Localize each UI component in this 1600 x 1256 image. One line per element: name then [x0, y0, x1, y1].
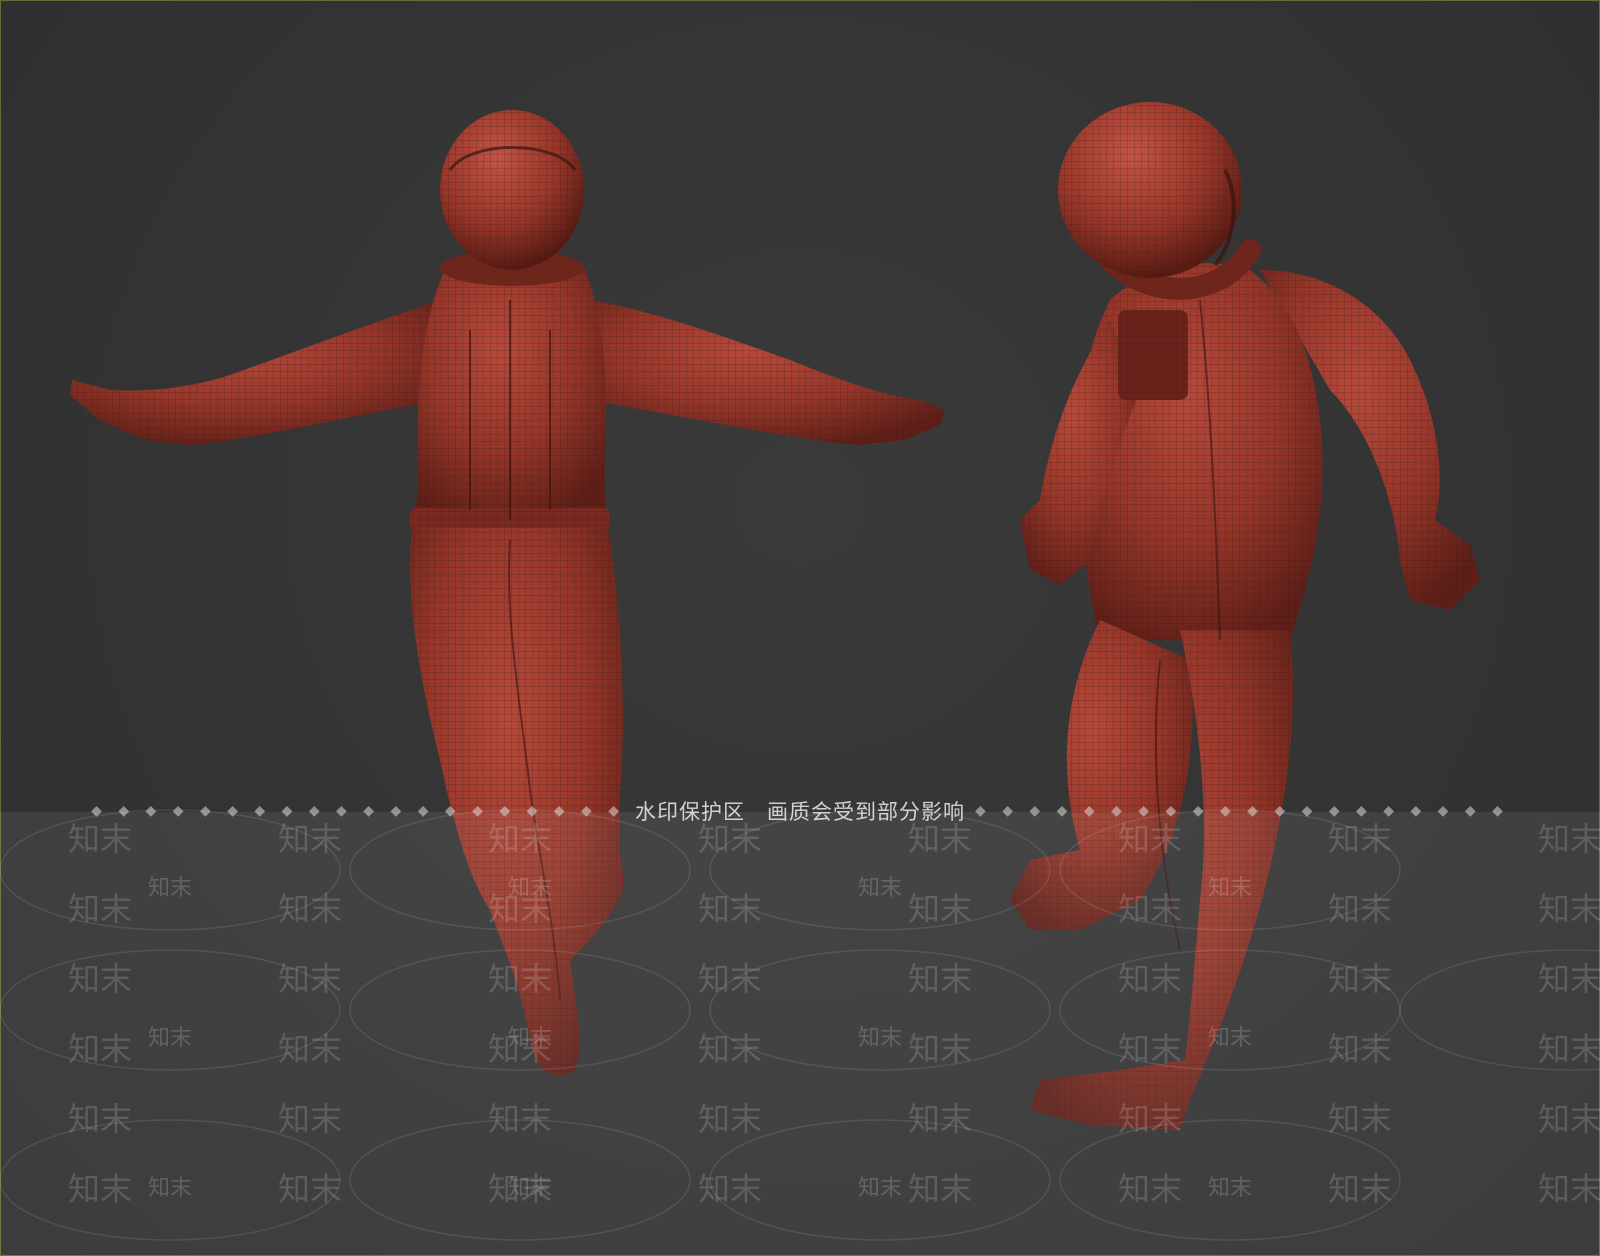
viewport: 知末 知末 知末 知末 知末 知末 知末 知末 知末 知末 知末 知末 知末 知末 知末 知末 知末 知末 知末 知末… — [0, 0, 1600, 1256]
render-canvas — [70, 102, 1480, 1130]
astronaut-three-quarter-view — [1010, 102, 1480, 1130]
astronaut-front-view — [70, 110, 945, 1076]
